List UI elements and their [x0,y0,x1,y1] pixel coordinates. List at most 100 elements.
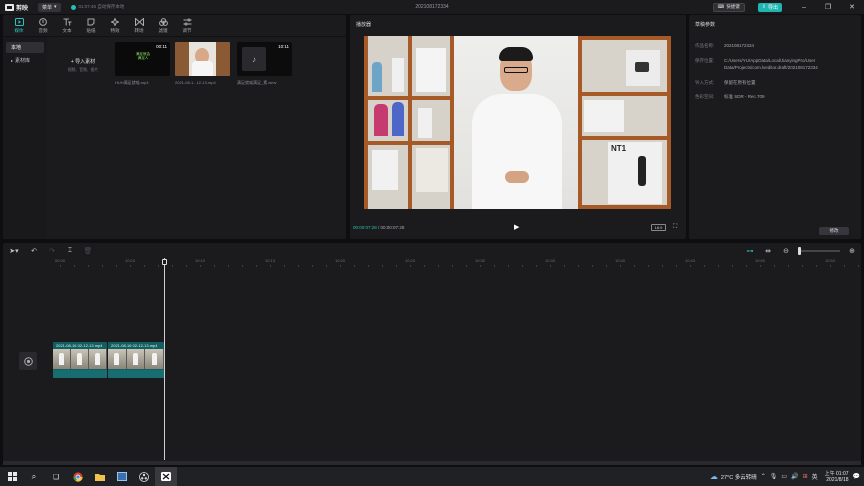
split-button[interactable]: ⌶ [61,247,79,255]
clip-name: HUH满足就喵.mp4 [115,80,149,85]
param-row: 导入方式: 保留在原有位置 [695,80,855,87]
ruler-tick-label: 10:30 [475,258,486,263]
ruler-tick [410,265,411,267]
network-icon[interactable]: ▭ [781,473,787,480]
tab-effects[interactable]: 特效 [105,15,125,36]
undo-button[interactable]: ↶ [25,247,43,255]
zoom-slider-thumb[interactable] [798,246,801,255]
tab-media[interactable]: 媒体 [9,15,29,36]
link-toggle-button[interactable]: ⊶ [741,247,759,255]
notification-icon[interactable]: 💬 [853,473,860,480]
player-title: 播放器 [356,22,372,28]
sidebar-item-library[interactable]: ▸ 素材库 [6,55,44,66]
taskbar-chrome[interactable] [67,467,89,486]
weather-cloud-icon: ☁ [709,472,718,481]
select-tool-button[interactable]: ➤▾ [3,247,25,255]
ruler-tick [648,265,649,267]
tab-text[interactable]: 文本 [57,15,77,36]
import-media-button[interactable]: + 导入素材 视频、音频、图片 [53,42,113,88]
clip-duration: 10:11 [278,44,289,49]
taskbar-obs[interactable] [133,467,155,486]
ruler-tick [774,265,775,267]
import-title: + 导入素材 [71,58,95,65]
import-label: 导入素材 [75,58,96,65]
timeline-ruler[interactable]: 00:00 10:03 10:10 10:13 10:20 10:23 10:30 10:33… [3,258,861,268]
ruler-tick [760,265,761,267]
zoom-slider[interactable] [798,246,840,255]
tab-sticker[interactable]: 贴纸 [81,15,101,36]
shortcut-button[interactable]: ⌨ 快捷键 [712,2,745,12]
input-method-icon[interactable]: ⊞ [803,473,808,480]
sidebar-item-local[interactable]: 本地 [6,42,44,53]
media-clip[interactable]: 满足就会满足人 00:11 HUH满足就喵.mp4 [115,42,170,86]
chrome-icon [73,471,83,482]
fullscreen-icon: ⛶ [673,224,678,230]
windows-taskbar: ⌕ ❏ ☁ 27°C 多云转晴 ⌃ 🎙 ▭ 🔊 ⊞ 英 上午 01:07 202… [0,467,864,486]
ruler-tick-label: 00:00 [55,258,66,263]
chevron-right-icon: ▸ [11,58,14,63]
start-button[interactable] [1,467,23,486]
task-view-button[interactable]: ❏ [45,467,67,486]
windows-logo-icon [7,472,17,481]
close-icon: ✕ [849,4,855,11]
ime-indicator[interactable]: 英 [812,472,818,481]
ruler-tick [522,265,523,267]
playhead-handle[interactable] [162,259,167,265]
shortcut-label: 快捷键 [726,4,740,9]
taskbar-clock[interactable]: 上午 01:07 2021/8/18 [825,471,849,483]
taskbar-jianying[interactable] [155,467,177,486]
ruler-tick [438,265,439,267]
chevron-up-icon[interactable]: ⌃ [761,473,766,480]
close-button[interactable]: ✕ [840,0,864,14]
video-preview[interactable]: NT1 [364,36,671,209]
timeline-clip[interactable]: 2021-08-16 02-12-13.mp4 [53,342,107,378]
ruler-tick-label: 10:13 [265,258,276,263]
search-button[interactable]: ⌕ [23,467,45,486]
param-value: 标准 SDR - Rec.709 [724,94,765,99]
ruler-tick [186,265,187,267]
tab-label: 音频 [38,28,48,33]
system-tray: ☁ 27°C 多云转晴 ⌃ 🎙 ▭ 🔊 ⊞ 英 上午 01:07 2021/8/… [710,467,864,486]
aspect-ratio-button[interactable]: 16:9 [651,224,666,231]
clip-thumbnail [175,42,230,76]
play-icon: ▶ [514,224,520,231]
tab-label: 文本 [62,28,72,33]
tab-audio[interactable]: 音频 [33,15,53,36]
player-panel: 播放器 NT1 00:00:07:28 / 00:00:07:28 ▶ 16:9… [350,15,686,239]
tab-adjust[interactable]: 调节 [177,15,197,36]
clip-waveform [53,370,107,378]
menu-button[interactable]: 菜单 ▾ [38,2,61,12]
playhead[interactable] [164,258,165,460]
ruler-tick [284,265,285,267]
weather-widget[interactable]: ☁ 27°C 多云转晴 [710,472,757,481]
tab-transition[interactable]: 转场 [129,15,149,36]
zoom-in-button[interactable]: ⊕ [843,247,861,255]
volume-icon[interactable]: 🔊 [791,473,798,480]
export-button[interactable]: ⇪ 导出 [757,2,782,12]
ruler-tick [102,265,103,267]
microphone-icon[interactable]: 🎙 [770,473,778,480]
timeline-scrollbar[interactable] [3,461,861,465]
maximize-button[interactable]: ❐ [816,0,840,14]
redo-button[interactable]: ↷ [43,247,61,255]
taskbar-explorer[interactable] [89,467,111,486]
minimize-button[interactable]: – [792,0,816,14]
ruler-tick-label: 10:33 [545,258,556,263]
snap-toggle-button[interactable]: ⇹ [759,247,777,255]
sticker-icon [86,17,96,27]
tab-label: 滤镜 [158,28,168,33]
media-clip[interactable]: 2021-08-1...12-13.mp4 [175,42,230,85]
delete-button[interactable]: 🗑 [79,247,97,255]
modify-button[interactable]: 修改 [819,227,849,235]
zoom-out-button[interactable]: ⊖ [777,247,795,255]
media-clip[interactable]: ♪ 10:11 满足就喵满足_素.wmv [237,42,292,86]
ruler-tick [396,265,397,267]
fullscreen-button[interactable]: ⛶ [673,224,680,231]
track-cover-button[interactable] [19,352,37,370]
ruler-tick [508,265,509,267]
taskbar-app[interactable] [111,467,133,486]
play-button[interactable]: ▶ [514,224,522,232]
tab-filter[interactable]: 滤镜 [153,15,173,36]
timeline-clip[interactable]: 2021-08-16 02-12-13.mp4 [108,342,164,378]
cursor-icon: ➤▾ [9,247,19,255]
